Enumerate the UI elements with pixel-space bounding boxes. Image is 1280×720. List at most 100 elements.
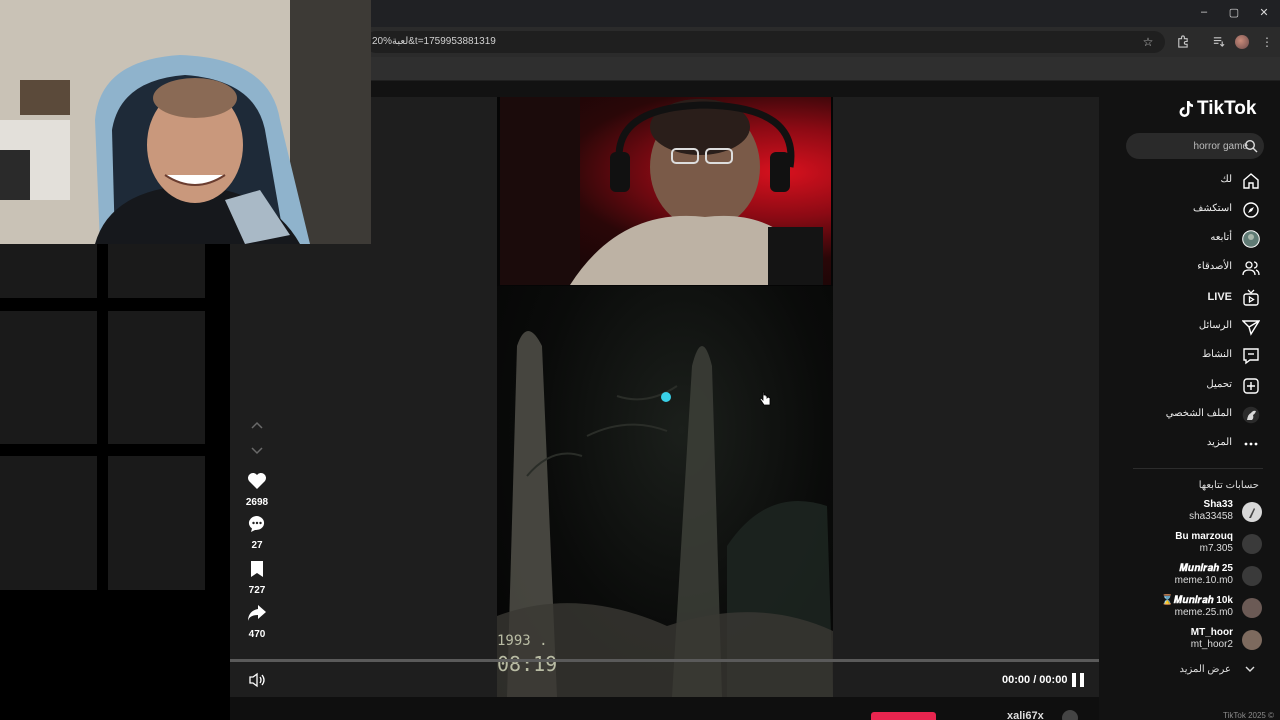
sidebar-item-label: أتابعه <box>1210 232 1232 243</box>
search-icon[interactable] <box>1244 139 1258 153</box>
comment-button[interactable]: 27 <box>241 515 273 551</box>
tiktok-note-icon <box>1179 101 1193 117</box>
grid-tile <box>0 244 97 298</box>
sidebar-item-friends[interactable]: الأصدقاء <box>1130 257 1262 279</box>
more-icon <box>1244 442 1258 446</box>
hand-cursor-icon <box>759 391 771 406</box>
minimize-button[interactable]: – <box>1197 6 1211 18</box>
following-account[interactable]: ⌛𝑴𝒖𝒏𝒊𝒓𝒂𝒉 10k meme.25.m0 <box>1130 595 1262 623</box>
share-count: 470 <box>248 629 266 640</box>
sidebar-item-label: الملف الشخصي <box>1165 408 1232 419</box>
comment-count: 27 <box>251 540 263 551</box>
search-input[interactable] <box>1136 138 1248 154</box>
see-more-link[interactable]: عرض المزيد <box>1179 664 1231 675</box>
sidebar-item-for-you[interactable]: لك <box>1130 170 1262 192</box>
account-handle: mt_hoor2 <box>1190 639 1233 650</box>
bottom-username[interactable]: xali67x <box>1007 710 1044 720</box>
save-count: 727 <box>248 585 266 596</box>
account-name: Sha33 <box>1203 499 1233 510</box>
like-count: 2698 <box>245 497 269 508</box>
share-arrow-icon <box>248 605 266 621</box>
following-account[interactable]: Bu marzouq m7.305 <box>1130 531 1262 559</box>
sidebar-item-profile[interactable]: الملف الشخصي <box>1130 404 1262 426</box>
account-handle: meme.10.m0 <box>1174 575 1233 586</box>
sidebar-item-explore[interactable]: استكشف <box>1130 199 1262 221</box>
account-name: 𝑴𝒖𝒏𝒊𝒓𝒂𝒉 25 <box>1179 563 1233 574</box>
grid-tile <box>0 456 97 590</box>
home-icon <box>1243 173 1259 189</box>
activity-icon <box>1243 348 1259 365</box>
sidebar-item-label: الرسائل <box>1198 320 1232 331</box>
avatar <box>1242 534 1262 554</box>
bookmark-icon <box>251 561 263 577</box>
avatar <box>1242 502 1262 522</box>
logo-text: TikTok <box>1197 98 1257 119</box>
live-icon <box>1243 289 1259 306</box>
menu-kebab-icon[interactable]: ⋮ <box>1259 35 1275 49</box>
following-accounts-title: حسابات تتابعها <box>1198 480 1259 491</box>
following-account[interactable]: 𝑴𝒖𝒏𝒊𝒓𝒂𝒉 25 meme.10.m0 <box>1130 563 1262 591</box>
avatar <box>1242 566 1262 586</box>
comment-icon <box>248 515 265 532</box>
extensions-icon[interactable] <box>1174 35 1190 49</box>
following-account[interactable]: MT_hoor mt_hoor2 <box>1130 627 1262 655</box>
bookmark-star-icon[interactable]: ☆ <box>1140 35 1156 49</box>
avatar <box>1242 630 1262 650</box>
next-video-arrow-icon[interactable] <box>250 446 264 456</box>
video-time: 00:00 / 00:00 <box>1002 674 1068 686</box>
tiktok-logo[interactable]: TikTok <box>1178 98 1256 120</box>
like-button[interactable]: 2698 <box>241 472 273 508</box>
sidebar-item-label: الأصدقاء <box>1197 261 1232 272</box>
sidebar-item-live[interactable]: LIVE <box>1130 287 1262 309</box>
sidebar-item-messages[interactable]: الرسائل <box>1130 316 1262 338</box>
streamer-webcam-overlay <box>0 0 371 244</box>
vhs-date-overlay: 1993 . <box>497 633 548 649</box>
grid-tile <box>0 311 97 444</box>
chevron-down-icon[interactable] <box>1245 665 1255 673</box>
follow-button[interactable] <box>871 712 936 720</box>
pause-button[interactable] <box>1072 673 1084 687</box>
media-queue-icon[interactable] <box>1210 35 1226 49</box>
following-avatar-icon <box>1242 230 1260 248</box>
bottom-avatar[interactable] <box>1062 710 1078 720</box>
compass-icon <box>1243 202 1259 218</box>
sidebar-item-upload[interactable]: تحميل <box>1130 375 1262 397</box>
account-handle: sha33458 <box>1189 511 1233 522</box>
sidebar-item-following[interactable]: أتابعه <box>1130 228 1262 250</box>
sidebar-item-label: استكشف <box>1193 203 1232 214</box>
restore-button[interactable]: ▢ <box>1227 6 1241 19</box>
following-account[interactable]: Sha33 sha33458 <box>1130 499 1262 527</box>
sidebar-item-label: LIVE <box>1207 291 1232 303</box>
messages-icon <box>1242 320 1260 336</box>
account-name: ⌛𝑴𝒖𝒏𝒊𝒓𝒂𝒉 10k <box>1161 595 1233 606</box>
video-facecam <box>500 97 831 285</box>
share-button[interactable]: 470 <box>241 604 273 640</box>
account-handle: meme.25.m0 <box>1174 607 1233 618</box>
sidebar-item-label: لك <box>1220 174 1232 185</box>
close-window-button[interactable]: ✕ <box>1257 6 1271 19</box>
grid-tile <box>108 244 205 298</box>
account-name: MT_hoor <box>1190 627 1233 638</box>
account-name: Bu marzouq <box>1175 531 1233 542</box>
save-button[interactable]: 727 <box>241 560 273 596</box>
profile-icon <box>1242 406 1260 424</box>
friends-icon <box>1242 261 1260 276</box>
upload-icon <box>1243 378 1259 394</box>
sidebar-item-label: تحميل <box>1206 379 1232 390</box>
video-progress-bar[interactable] <box>230 659 1099 662</box>
copyright-text: TikTok 2025 © <box>1223 711 1274 720</box>
profile-avatar-icon[interactable] <box>1235 35 1249 49</box>
grid-tile <box>108 311 205 444</box>
account-handle: m7.305 <box>1199 543 1233 554</box>
volume-icon[interactable] <box>248 672 266 688</box>
sidebar-item-label: النشاط <box>1201 349 1232 360</box>
previous-video-arrow-icon[interactable] <box>250 420 264 430</box>
avatar <box>1242 598 1262 618</box>
bottom-strip <box>230 697 1099 720</box>
sidebar-item-more[interactable]: المزيد <box>1130 433 1262 455</box>
sidebar-item-activity[interactable]: النشاط <box>1130 345 1262 367</box>
sidebar-divider <box>1133 468 1263 469</box>
address-bar-url: 20%لعبة&t=1759953881319 <box>372 36 496 47</box>
grid-tile <box>108 456 205 590</box>
sidebar-item-label: المزيد <box>1206 437 1232 448</box>
